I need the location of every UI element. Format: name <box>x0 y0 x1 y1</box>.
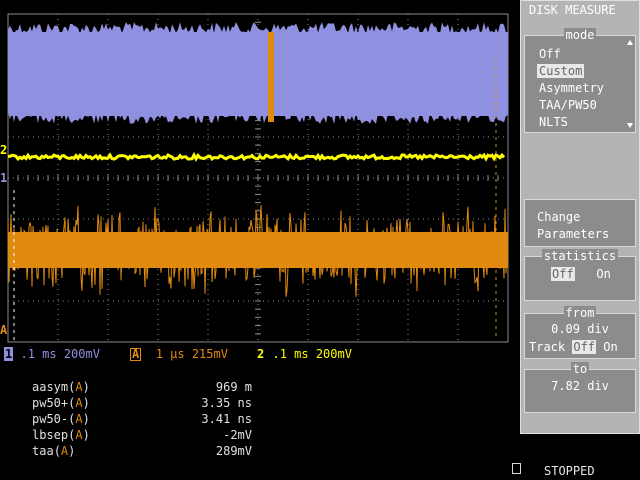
change-parameters-label-1: Change <box>537 210 581 224</box>
channel-a-timebase: 1 μs <box>155 347 185 361</box>
waveform-display <box>7 13 509 343</box>
mode-title: mode <box>563 28 597 42</box>
trace-2-marker[interactable]: 2 <box>0 144 7 156</box>
to-value: 7.82 div <box>551 379 609 393</box>
measurement-row: aasym(A) 969 m <box>32 380 252 394</box>
measurement-readouts: aasym(A) 969 m pw50+(A) 3.35 ns pw50-(A)… <box>32 380 252 460</box>
measurement-value: 969 m <box>215 380 252 394</box>
channel-2-volts: 200mV <box>315 347 352 361</box>
measurement-source: A <box>75 396 83 410</box>
run-status: STOPPED <box>544 464 595 478</box>
mode-option-taa-pw50[interactable]: TAA/PW50 <box>537 98 599 112</box>
measurement-value: -2mV <box>223 428 252 442</box>
channel-a-info: A 1 μs 215mV <box>130 347 228 361</box>
cursor-marker <box>268 32 274 122</box>
from-title: from <box>563 306 597 320</box>
measurement-name: pw50+ <box>32 396 69 410</box>
trace-1-marker[interactable]: 1 <box>0 172 7 184</box>
measurement-name: lbsep <box>32 428 69 442</box>
channel-2-info: 2 .1 ms 200mV <box>256 347 352 361</box>
channel-1-volts: 200mV <box>63 347 100 361</box>
statistics-button[interactable]: statistics Off On <box>524 249 636 301</box>
mode-option-nlts[interactable]: NLTS <box>537 115 570 129</box>
menu-title: DISK MEASURE <box>529 3 616 17</box>
channel-1-info: 1 .1 ms 200mV <box>4 347 100 361</box>
mode-option-asymmetry[interactable]: Asymmetry <box>537 81 606 95</box>
from-button[interactable]: from 0.09 div Track Off On <box>524 306 636 359</box>
mode-option-custom[interactable]: Custom <box>537 64 585 78</box>
measurement-row: lbsep(A) -2mV <box>32 428 252 442</box>
channel-1-timebase: .1 ms <box>20 347 57 361</box>
from-value: 0.09 div <box>551 322 609 336</box>
channel-a-badge: A <box>130 347 142 361</box>
statistics-title: statistics <box>541 249 619 263</box>
mode-button[interactable]: mode Off Custom Asymmetry TAA/PW50 NLTS <box>524 28 636 133</box>
measurement-value: 3.35 ns <box>201 396 252 410</box>
measurement-value: 3.41 ns <box>201 412 252 426</box>
channel-2-badge: 2 <box>257 347 265 361</box>
measurement-source: A <box>75 412 83 426</box>
disk-measure-menu: DISK MEASURE mode Off Custom Asymmetry T… <box>520 0 640 434</box>
measurement-source: A <box>75 380 83 394</box>
measurement-name: pw50- <box>32 412 69 426</box>
trace-a-marker[interactable]: A <box>0 324 7 336</box>
change-parameters-button[interactable]: Change Parameters <box>524 199 636 247</box>
channel-a-volts: 215mV <box>191 347 228 361</box>
measurement-name: taa <box>32 444 54 458</box>
measurement-row: pw50+(A) 3.35 ns <box>32 396 252 410</box>
measurement-value: 289mV <box>215 444 252 458</box>
scroll-down-icon <box>627 123 633 128</box>
change-parameters-label-2: Parameters <box>537 227 610 241</box>
measurement-row: pw50-(A) 3.41 ns <box>32 412 252 426</box>
track-on-option[interactable]: On <box>603 340 617 354</box>
oscilloscope-screen: 2 1 A 1 .1 ms 200mV A 1 μs 215mV 2 .1 ms… <box>0 0 640 480</box>
track-off-option[interactable]: Off <box>572 340 597 354</box>
statistics-off-option[interactable]: Off <box>551 267 575 281</box>
channel-info-bar: 1 .1 ms 200mV A 1 μs 215mV 2 .1 ms 200mV <box>4 347 504 363</box>
to-button[interactable]: to 7.82 div <box>524 362 636 413</box>
mode-option-off[interactable]: Off <box>537 47 563 61</box>
channel-1-badge: 1 <box>4 347 14 361</box>
trace-1-edge <box>8 22 508 124</box>
measurement-row: taa(A) 289mV <box>32 444 252 458</box>
scroll-up-icon <box>627 40 633 45</box>
channel-2-timebase: .1 ms <box>272 347 309 361</box>
measurement-source: A <box>60 444 69 458</box>
statistics-on-option[interactable]: On <box>596 267 610 281</box>
measurement-source: A <box>75 428 83 442</box>
trigger-status-icon <box>512 463 521 474</box>
trace-2-line <box>8 151 506 162</box>
measurement-name: aasym <box>32 380 69 394</box>
track-label: Track <box>529 340 566 354</box>
to-title: to <box>570 362 590 376</box>
